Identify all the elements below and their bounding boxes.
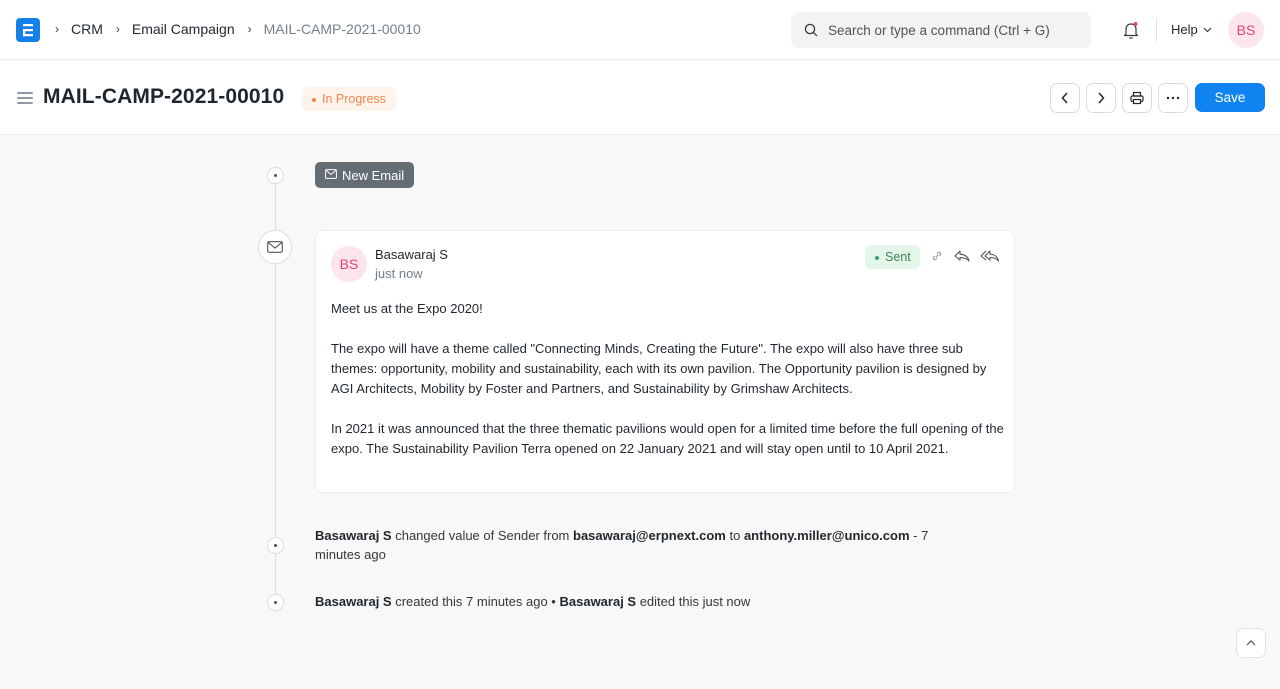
activity-text: changed value of Sender from bbox=[391, 528, 573, 543]
breadcrumb-current[interactable]: MAIL-CAMP-2021-00010 bbox=[264, 21, 421, 37]
reply-button[interactable] bbox=[952, 247, 972, 265]
notifications-button[interactable] bbox=[1120, 19, 1142, 41]
scroll-to-top-button[interactable] bbox=[1236, 628, 1266, 658]
new-email-label: New Email bbox=[342, 167, 405, 183]
email-paragraph: The expo will have a theme called "Conne… bbox=[331, 341, 987, 396]
more-horizontal-icon bbox=[1166, 96, 1180, 100]
chevron-down-icon bbox=[1203, 27, 1212, 32]
reply-all-button[interactable] bbox=[980, 247, 1000, 265]
printer-icon bbox=[1130, 91, 1144, 105]
email-card: BS Basawaraj S just now Sent Meet us at … bbox=[315, 230, 1015, 493]
previous-doc-button[interactable] bbox=[1050, 83, 1080, 113]
more-actions-button[interactable] bbox=[1158, 83, 1188, 113]
activity-from-value: basawaraj@erpnext.com bbox=[573, 528, 726, 543]
breadcrumb: › CRM › Email Campaign › MAIL-CAMP-2021-… bbox=[52, 21, 431, 37]
breadcrumb-email-campaign[interactable]: Email Campaign bbox=[132, 21, 235, 37]
chevron-right-icon: › bbox=[55, 22, 59, 36]
search-placeholder: Search or type a command (Ctrl + G) bbox=[828, 22, 1050, 38]
email-body: Meet us at the Expo 2020! The expo will … bbox=[331, 299, 1006, 479]
search-icon bbox=[804, 23, 818, 37]
activity-text: to bbox=[725, 528, 744, 543]
mail-icon bbox=[267, 241, 283, 253]
breadcrumb-crm[interactable]: CRM bbox=[71, 21, 103, 37]
link-icon bbox=[932, 251, 942, 261]
erpnext-logo-icon bbox=[23, 24, 33, 37]
copy-link-button[interactable] bbox=[927, 247, 947, 265]
mail-icon bbox=[325, 169, 337, 179]
next-doc-button[interactable] bbox=[1086, 83, 1116, 113]
activity-user[interactable]: Basawaraj S bbox=[315, 594, 392, 609]
sidebar-toggle-icon[interactable] bbox=[17, 92, 33, 104]
timeline-dot bbox=[267, 167, 284, 184]
activity-to-value: anthony.miller@unico.com bbox=[743, 528, 910, 543]
activity-user[interactable]: Basawaraj S bbox=[559, 594, 636, 609]
email-sender[interactable]: Basawaraj S bbox=[375, 247, 448, 262]
activity-text: created this 7 minutes ago • bbox=[391, 594, 560, 609]
new-email-button[interactable]: New Email bbox=[315, 162, 415, 188]
app-logo[interactable] bbox=[16, 18, 40, 42]
help-label: Help bbox=[1171, 22, 1198, 37]
user-avatar[interactable]: BS bbox=[1228, 12, 1264, 48]
chevron-right-icon bbox=[1098, 92, 1105, 104]
print-button[interactable] bbox=[1122, 83, 1152, 113]
navbar-divider bbox=[1156, 18, 1157, 42]
chevron-up-icon bbox=[1246, 640, 1256, 646]
timeline-dot bbox=[267, 594, 284, 611]
page-title: MAIL-CAMP-2021-00010 bbox=[43, 85, 285, 108]
email-paragraph: In 2021 it was announced that the three … bbox=[331, 421, 1004, 456]
save-button[interactable]: Save bbox=[1195, 83, 1265, 112]
activity-text: edited this just now bbox=[636, 594, 751, 609]
reply-icon bbox=[954, 250, 970, 262]
sender-avatar: BS bbox=[331, 246, 367, 282]
activity-user[interactable]: Basawaraj S bbox=[315, 528, 392, 543]
timeline-email-marker bbox=[258, 230, 292, 264]
reply-all-icon bbox=[980, 250, 1000, 262]
email-paragraph: Meet us at the Expo 2020! bbox=[331, 301, 483, 316]
chevron-right-icon: › bbox=[115, 22, 120, 36]
email-time: just now bbox=[375, 266, 423, 281]
help-dropdown[interactable]: Help bbox=[1171, 22, 1212, 37]
activity-item-created-edited: Basawaraj S created this 7 minutes ago •… bbox=[315, 592, 965, 611]
status-badge: In Progress bbox=[302, 87, 396, 111]
chevron-left-icon bbox=[1061, 92, 1068, 104]
page-head: MAIL-CAMP-2021-00010 In Progress Save bbox=[0, 61, 1280, 135]
activity-item-sender-change: Basawaraj S changed value of Sender from… bbox=[315, 526, 965, 564]
chevron-right-icon: › bbox=[247, 22, 252, 36]
bell-icon bbox=[1123, 22, 1139, 39]
search-input[interactable]: Search or type a command (Ctrl + G) bbox=[791, 12, 1091, 48]
email-status-badge: Sent bbox=[865, 245, 920, 269]
navbar: › CRM › Email Campaign › MAIL-CAMP-2021-… bbox=[0, 0, 1280, 60]
timeline-dot bbox=[267, 537, 284, 554]
